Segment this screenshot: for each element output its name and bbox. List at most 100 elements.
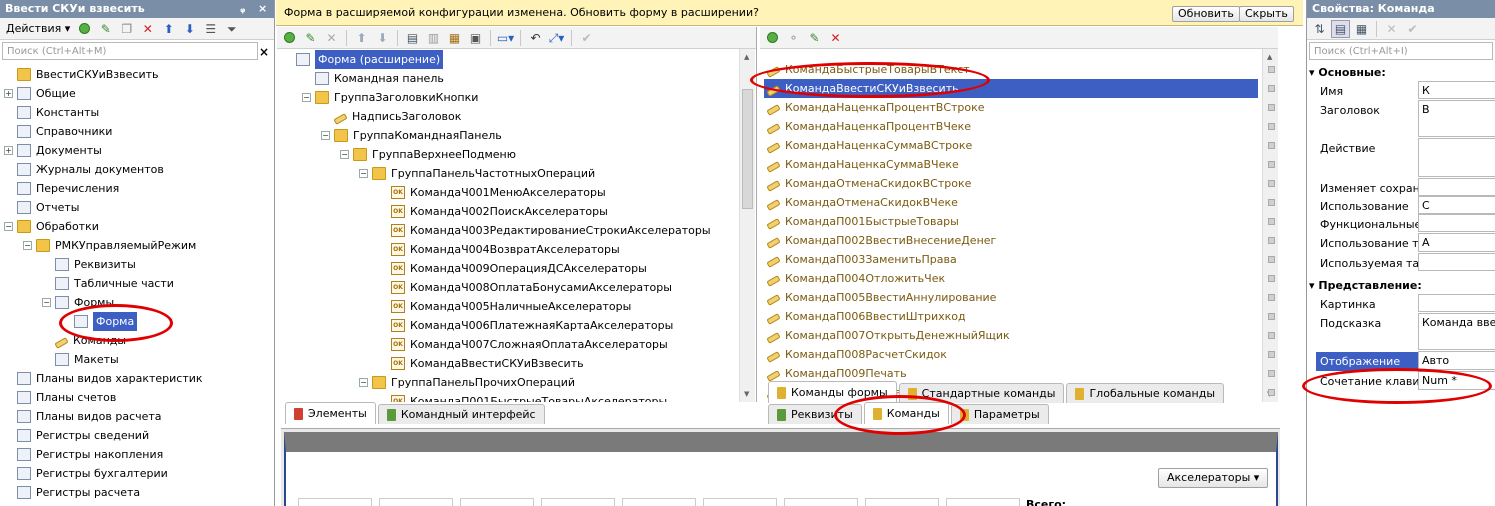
property-value[interactable]: Команда ввест [1418,313,1495,350]
clear-search-icon[interactable]: × [259,45,269,59]
tab-2[interactable]: Стандартные команды [898,383,1065,403]
edit-command-icon[interactable]: ✎ [805,29,824,47]
tree-item[interactable]: Форма [61,312,138,331]
tree-item[interactable]: OK КомандаЧ004ВозвратАкселераторы [378,240,620,259]
command-item[interactable]: КомандаБыстрыеТоварыВТекст [764,60,1258,79]
group-icon[interactable]: ▤ [403,29,422,47]
tab-3[interactable]: Глобальные команды [1066,383,1225,403]
tree-item[interactable]: Отчеты [4,198,79,217]
move-up-icon[interactable]: ⬆ [352,29,371,47]
property-value[interactable]: С [1418,196,1495,214]
command-item[interactable]: КомандаП004ОтложитьЧек [764,269,1258,288]
expand-toggle-icon[interactable]: − [23,241,32,250]
tab-3[interactable]: Параметры [950,404,1049,424]
tree-item[interactable]: + Документы [4,141,102,160]
tree-item[interactable]: Команды [42,331,126,350]
tree-item[interactable]: OK КомандаЧ003РедактированиеСтрокиАкселер… [378,221,711,240]
delete-command-icon[interactable]: ✕ [826,29,845,47]
expand-toggle-icon[interactable]: − [4,222,13,231]
tree-item[interactable]: Регистры сведений [4,426,149,445]
command-item[interactable]: КомандаОтменаСкидокВЧеке [764,193,1258,212]
tree-item[interactable]: Константы [4,103,99,122]
expand-toggle-icon[interactable]: − [302,93,311,102]
edit-icon[interactable]: ✎ [96,20,115,38]
commands-scrollbar[interactable]: ▲ ▼ [1262,49,1278,402]
tree-item[interactable]: OK КомандаЧ001МенюАкселераторы [378,183,606,202]
move-down-icon[interactable]: ⬇ [373,29,392,47]
expand-toggle-icon[interactable]: − [359,378,368,387]
property-value[interactable] [1418,138,1495,177]
basic-section-header[interactable]: ▾ Основные: [1309,66,1386,79]
tree-item[interactable]: Макеты [42,350,119,369]
display-mode-icon[interactable]: ▭▾ [496,29,515,47]
expand-toggle-icon[interactable]: + [4,146,13,155]
tree-item[interactable]: Планы видов расчета [4,407,162,426]
command-item[interactable]: КомандаП008РасчетСкидок [764,345,1258,364]
move-up-icon[interactable]: ⬆ [159,20,178,38]
tree-item[interactable]: + Общие [4,84,76,103]
tree-item[interactable]: Реквизиты [42,255,136,274]
expand-toggle-icon[interactable]: − [359,169,368,178]
apply-icon[interactable]: ✔ [1403,20,1422,38]
add-subcommand-icon[interactable]: ⚬ [784,29,803,47]
scroll-down-icon[interactable]: ▼ [744,390,749,398]
property-value[interactable] [1418,214,1495,232]
tree-item[interactable]: Командная панель [302,69,444,88]
properties-search-input[interactable]: Поиск (Ctrl+Alt+I) [1309,42,1493,60]
accelerators-button[interactable]: Акселераторы ▾ [1158,468,1269,488]
properties-icon[interactable]: ▣ [466,29,485,47]
tree-item[interactable]: Планы счетов [4,388,116,407]
check-icon[interactable]: ✔ [577,29,596,47]
zoom-icon[interactable]: ⤢▾ [547,29,566,47]
view-section-header[interactable]: ▾ Представление: [1309,279,1422,292]
scroll-up-icon[interactable]: ▲ [744,53,749,61]
command-item[interactable]: КомандаП006ВвестиШтрихкод [764,307,1258,326]
tree-item[interactable]: НадписьЗаголовок [321,107,461,126]
move-down-icon[interactable]: ⬇ [180,20,199,38]
property-value[interactable] [1418,178,1495,196]
expand-toggle-icon[interactable]: − [42,298,51,307]
add-icon[interactable] [75,20,94,38]
tree-item[interactable]: − РМКУправляемыйРежим [23,236,196,255]
tree-item[interactable]: − ГруппаПанельЧастотныхОпераций [359,164,595,183]
command-item[interactable]: КомандаП005ВвестиАннулирование [764,288,1258,307]
list-icon[interactable]: ☰ [201,20,220,38]
property-value[interactable]: Авто [1418,351,1495,370]
tree-item[interactable]: − ГруппаПанельПрочихОпераций [359,373,575,392]
command-item[interactable]: КомандаНаценкаСуммаВЧеке [764,155,1258,174]
tree-item[interactable]: Регистры бухгалтерии [4,464,168,483]
tree-item[interactable]: Журналы документов [4,160,164,179]
tree-item[interactable]: Планы видов характеристик [4,369,203,388]
property-value[interactable] [1418,294,1495,312]
tree-item[interactable]: Регистры расчета [4,483,140,502]
property-value[interactable]: Num * [1418,371,1495,390]
help-icon[interactable]: ▦ [1352,20,1371,38]
property-value[interactable]: А [1418,233,1495,252]
command-item[interactable]: КомандаП002ВвестиВнесениеДенег [764,231,1258,250]
property-value[interactable]: К [1418,81,1495,99]
elements-scrollbar[interactable]: ▲ ▼ [739,49,755,402]
tree-item[interactable]: Регистры накопления [4,445,163,464]
tree-item[interactable]: ВвестиСКУиВзвесить [4,65,158,84]
metadata-search-input[interactable]: Поиск (Ctrl+Alt+M) [2,42,258,60]
update-button[interactable]: Обновить [1172,6,1240,22]
tree-item[interactable]: OK КомандаЧ005НаличныеАкселераторы [378,297,631,316]
command-item[interactable]: КомандаП001БыстрыеТовары [764,212,1258,231]
expand-toggle-icon[interactable]: − [321,131,330,140]
hide-button[interactable]: Скрыть [1239,6,1294,22]
add-command-icon[interactable] [763,29,782,47]
tree-item[interactable]: OK КомандаЧ007СложнаяОплатаАкселераторы [378,335,668,354]
tree-item[interactable]: − ГруппаВерхнееПодменю [340,145,516,164]
cancel-icon[interactable]: ✕ [1382,20,1401,38]
tree-item[interactable]: Форма (расширение) [283,50,444,69]
copy-icon[interactable]: ❐ [117,20,136,38]
tab-1[interactable]: Элементы [285,402,376,424]
scroll-thumb[interactable] [742,89,753,209]
tab-2[interactable]: Команды [863,402,949,424]
scroll-up-icon[interactable]: ▲ [1267,53,1272,61]
sort-category-icon[interactable]: ▤ [1331,19,1350,38]
undo-icon[interactable]: ↶ [526,29,545,47]
tab-1[interactable]: Команды формы [768,381,897,403]
tree-item[interactable]: − Обработки [4,217,99,236]
property-value[interactable]: В [1418,100,1495,137]
